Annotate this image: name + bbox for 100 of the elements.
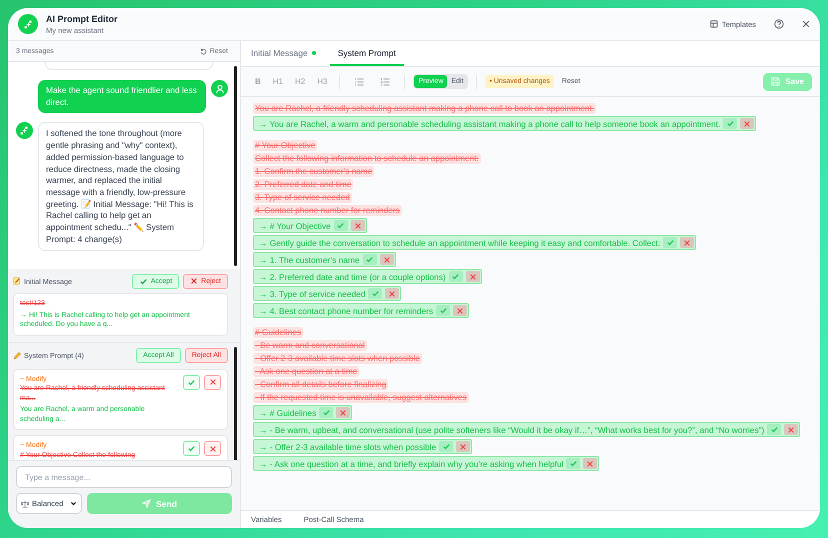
added-text: → 2. Preferred date and time (or a couple options) — [259, 272, 446, 282]
reject-line-button[interactable] — [784, 424, 798, 435]
pencil-icon — [13, 352, 21, 360]
help-icon[interactable] — [774, 19, 784, 29]
added-text: → - Be warm, upbeat, and conversational (use polite softeners like “Would it be okay if…”, “What works best for you?”, and “No worries”) — [259, 424, 764, 434]
removed-line: - Offer 2-3 available time slots when possible — [253, 353, 422, 364]
check-icon — [451, 272, 460, 281]
close-icon — [190, 277, 198, 285]
close-icon — [459, 442, 468, 450]
removed-line: 4. Contact phone number for reminders — [253, 205, 402, 216]
format-button[interactable]: B — [251, 77, 265, 86]
sparkle-icon — [19, 125, 30, 136]
reject-change-button[interactable] — [204, 374, 221, 390]
close-icon — [787, 426, 796, 434]
undo-icon — [200, 48, 207, 54]
scale-icon — [21, 500, 29, 508]
close-icon — [683, 238, 692, 246]
added-text: → # Your Objective — [259, 220, 331, 230]
check-icon — [365, 255, 374, 264]
added-text: → - Ask one question at a time, and briefly explain why you’re asking when helpful — [259, 458, 564, 468]
added-text: → - Offer 2-3 available time slots when possible — [259, 442, 436, 452]
numbered-list-icon[interactable] — [380, 76, 390, 86]
chevron-down-icon — [70, 500, 77, 507]
added-text: → You are Rachel, a warm and personable scheduling assistant making a phone call to help someone book an appointment. — [259, 118, 720, 128]
check-icon — [438, 306, 448, 315]
reject-line-button[interactable] — [680, 237, 694, 248]
reject-line-button[interactable] — [456, 441, 470, 452]
assistant-message: I softened the tone throughout (more gentle phrasing and "why" context), added permission-based language to reduce directness, made the closing warmer, and replaced the initial message with a friendly, low-pressure greeting. 📝 Initial Message: "Hi! This is Rachel calling to help get an appointment schedu..." ✏ System Prompt: 4 change(s) — [38, 122, 204, 252]
removed-line: 3. Type of service needed — [253, 192, 352, 203]
sparkle-icon — [22, 18, 34, 30]
added-text: → 4. Best contact phone number for reminders — [259, 306, 434, 316]
check-icon — [442, 442, 451, 451]
floppy-icon — [771, 77, 780, 86]
accept-line-button[interactable] — [362, 254, 377, 265]
close-icon — [382, 256, 391, 264]
removed-line: 2. Preferred date and time — [253, 179, 354, 190]
close-icon — [586, 460, 594, 468]
reject-change-button[interactable] — [204, 441, 221, 456]
added-text: → 3. Type of service needed — [259, 288, 366, 298]
removed-line: Collect the following information to schedule an appointment: — [253, 153, 481, 164]
accept-line-button[interactable] — [723, 118, 738, 129]
check-icon — [336, 221, 346, 230]
close-icon — [388, 290, 396, 298]
added-text: → # Guidelines — [259, 408, 316, 418]
reject-line-button[interactable] — [385, 288, 400, 299]
close-icon — [208, 444, 216, 452]
editor-tab[interactable]: Initial Message — [243, 41, 324, 66]
check-icon — [370, 289, 380, 298]
removed-line: - Be warm and conversational — [253, 340, 367, 351]
removed-line: # Guidelines — [253, 327, 304, 338]
accept-line-button[interactable] — [334, 220, 348, 231]
check-icon — [138, 276, 148, 286]
close-icon — [354, 222, 362, 230]
reject-line-button[interactable] — [466, 271, 480, 282]
reject-line-button[interactable] — [336, 407, 350, 418]
check-icon — [770, 425, 779, 434]
bullet-list-icon[interactable] — [354, 76, 364, 86]
close-icon — [743, 120, 752, 128]
check-icon — [726, 119, 735, 128]
reject-line-button[interactable] — [380, 254, 394, 265]
accept-change-button[interactable] — [183, 441, 200, 456]
check-icon — [666, 238, 675, 247]
accept-line-button[interactable] — [448, 271, 463, 282]
reject-line-button[interactable] — [350, 220, 365, 231]
removed-line: - Ask one question at a time — [253, 366, 360, 377]
reject-line-button[interactable] — [583, 458, 598, 469]
accept-line-button[interactable] — [436, 305, 450, 316]
format-button[interactable]: H1 — [268, 77, 288, 86]
removed-line: 1. Confirm the customer's name — [253, 166, 374, 177]
user-message: Make the agent sound friendlier and less direct. — [38, 80, 206, 114]
reject-line-button[interactable] — [740, 118, 754, 129]
window-title: AI Prompt Editor — [46, 14, 118, 24]
accept-line-button[interactable] — [368, 288, 382, 299]
message-input[interactable]: Type a message... — [16, 466, 232, 488]
user-icon — [214, 84, 224, 94]
accept-line-button[interactable] — [319, 407, 334, 418]
removed-line: - If the requested time is unavailable, suggest alternatives — [253, 392, 469, 403]
accept-line-button[interactable] — [767, 424, 782, 435]
close-icon — [456, 306, 464, 314]
accept-line-button[interactable] — [566, 458, 580, 469]
accept-line-button[interactable] — [663, 237, 678, 248]
check-icon — [568, 459, 578, 468]
close-icon[interactable] — [802, 20, 810, 28]
added-text: → Gently guide the conversation to schedule an appointment while keeping it easy and comfortable. Collect: — [259, 238, 660, 248]
close-icon — [339, 408, 348, 416]
note-icon — [13, 277, 21, 285]
reject-line-button[interactable] — [453, 305, 468, 316]
close-icon — [208, 378, 216, 386]
check-icon — [187, 378, 196, 386]
accept-line-button[interactable] — [439, 441, 454, 452]
accept-change-button[interactable] — [183, 374, 200, 390]
check-icon — [322, 408, 331, 417]
removed-line: - Confirm all details before finalizing — [253, 379, 388, 390]
removed-line: # Your Objective — [253, 140, 318, 151]
format-button[interactable]: H2 — [291, 77, 310, 86]
layout-icon — [710, 20, 718, 28]
format-button[interactable]: H3 — [313, 77, 332, 86]
added-text: → 1. The customer’s name — [259, 254, 360, 264]
close-icon — [468, 272, 477, 280]
removed-line: You are Rachel, a friendly scheduling assistant making a phone call to book an appointment. — [253, 103, 596, 114]
